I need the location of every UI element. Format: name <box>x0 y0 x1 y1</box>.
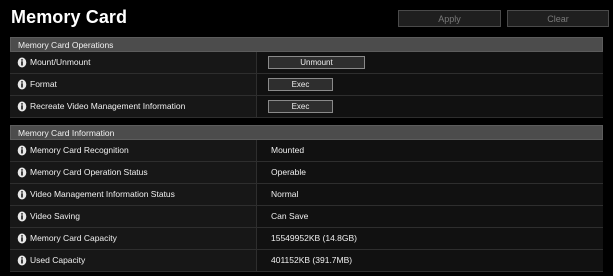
row-format: Format Exec <box>10 74 603 96</box>
row-value: 15549952KB (14.8GB) <box>271 233 358 243</box>
info-icon[interactable] <box>17 57 27 68</box>
row-value: Mounted <box>271 145 305 155</box>
row-card-capacity: Memory Card Capacity 15549952KB (14.8GB) <box>10 228 603 250</box>
info-icon[interactable] <box>17 101 27 112</box>
clear-button[interactable]: Clear <box>507 10 609 27</box>
info-icon[interactable] <box>17 167 27 178</box>
row-value: Operable <box>271 167 306 177</box>
info-icon[interactable] <box>17 79 27 90</box>
operations-section-header: Memory Card Operations <box>10 37 603 52</box>
row-video-saving: Video Saving Can Save <box>10 206 603 228</box>
row-value: Normal <box>271 189 299 199</box>
row-recognition: Memory Card Recognition Mounted <box>10 140 603 162</box>
row-label: Memory Card Recognition <box>30 145 129 155</box>
row-recreate-video-info: Recreate Video Management Information Ex… <box>10 96 603 118</box>
row-label: Video Saving <box>30 211 80 221</box>
unmount-button[interactable]: Unmount <box>268 56 365 69</box>
operations-section: Memory Card Operations Mount/Unmount Unm… <box>10 37 603 118</box>
info-icon[interactable] <box>17 189 27 200</box>
page-title: Memory Card <box>11 7 128 27</box>
row-label: Memory Card Operation Status <box>30 167 148 177</box>
apply-button[interactable]: Apply <box>398 10 501 27</box>
row-label: Used Capacity <box>30 255 86 265</box>
recreate-exec-button[interactable]: Exec <box>268 100 333 113</box>
information-section-header: Memory Card Information <box>10 125 603 140</box>
row-label: Recreate Video Management Information <box>30 101 186 111</box>
row-mount-unmount: Mount/Unmount Unmount <box>10 52 603 74</box>
row-label: Mount/Unmount <box>30 57 91 67</box>
info-icon[interactable] <box>17 145 27 156</box>
row-label: Memory Card Capacity <box>30 233 117 243</box>
row-used-capacity: Used Capacity 401152KB (391.7MB) <box>10 250 603 272</box>
row-video-info-status: Video Management Information Status Norm… <box>10 184 603 206</box>
row-operation-status: Memory Card Operation Status Operable <box>10 162 603 184</box>
info-icon[interactable] <box>17 233 27 244</box>
page-header: Memory Card Apply Clear <box>0 0 613 36</box>
row-label: Video Management Information Status <box>30 189 175 199</box>
info-icon[interactable] <box>17 211 27 222</box>
row-value: Can Save <box>271 211 309 221</box>
format-exec-button[interactable]: Exec <box>268 78 333 91</box>
row-label: Format <box>30 79 57 89</box>
information-section: Memory Card Information Memory Card Reco… <box>10 125 603 272</box>
info-icon[interactable] <box>17 255 27 266</box>
row-value: 401152KB (391.7MB) <box>271 255 353 265</box>
